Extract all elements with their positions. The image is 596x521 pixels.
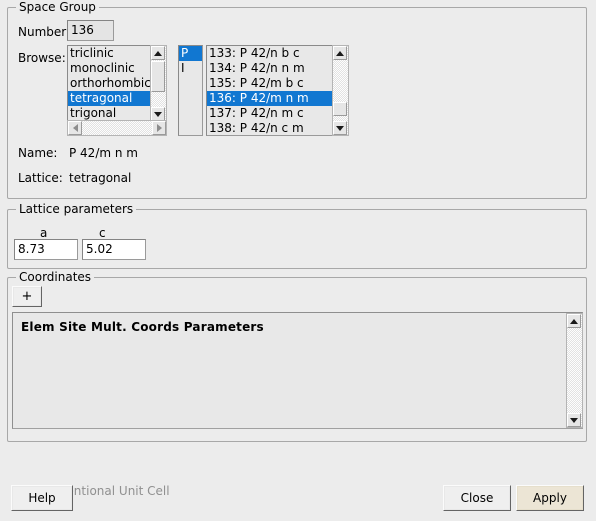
lattice-value: tetragonal (69, 171, 132, 185)
space-group-list[interactable]: 133: P 42/n b c 134: P 42/n n m 135: P 4… (206, 45, 333, 136)
lattice-a-input[interactable]: 8.73 (14, 239, 78, 260)
chevron-down-icon (154, 111, 162, 117)
close-button[interactable]: Close (443, 485, 511, 511)
chevron-up-icon (570, 318, 578, 324)
space-group-groupbox-title: Space Group (16, 0, 99, 14)
name-value: P 42/m n m (69, 146, 138, 160)
list-item[interactable]: P (179, 46, 202, 61)
chevron-down-icon (570, 417, 578, 423)
list-item[interactable]: 134: P 42/n n m (207, 61, 332, 76)
chevron-up-icon (154, 50, 162, 56)
space-group-list-vscrollbar[interactable] (332, 45, 349, 136)
name-label: Name: (18, 146, 58, 160)
browse-label: Browse: (18, 51, 66, 65)
list-item[interactable]: I (179, 61, 202, 76)
scroll-thumb[interactable] (333, 102, 347, 116)
scroll-thumb[interactable] (151, 61, 165, 92)
lattice-parameters-groupbox-title: Lattice parameters (16, 202, 137, 216)
scroll-left-button[interactable] (68, 121, 82, 135)
coordinates-columns-header: Elem Site Mult. Coords Parameters (21, 320, 264, 334)
list-item[interactable]: 136: P 42/m n m (207, 91, 332, 106)
coordinates-groupbox-title: Coordinates (16, 270, 95, 284)
scroll-up-button[interactable] (151, 46, 165, 60)
chevron-right-icon (156, 124, 162, 132)
help-button[interactable]: Help (11, 485, 73, 511)
chevron-up-icon (336, 50, 344, 56)
list-item[interactable]: 137: P 42/n m c (207, 106, 332, 121)
centering-list[interactable]: P I (178, 45, 203, 136)
list-item[interactable]: 135: P 42/m b c (207, 76, 332, 91)
apply-button[interactable]: Apply (516, 485, 584, 511)
chevron-down-icon (336, 125, 344, 131)
lattice-label: Lattice: (18, 171, 63, 185)
coordinates-table[interactable]: Elem Site Mult. Coords Parameters (12, 312, 583, 429)
scroll-up-button[interactable] (333, 46, 347, 60)
list-item[interactable]: 138: P 42/n c m (207, 121, 332, 135)
list-item[interactable]: 133: P 42/n b c (207, 46, 332, 61)
number-input[interactable]: 136 (67, 20, 114, 41)
lattice-c-label: c (99, 226, 106, 240)
scroll-down-button[interactable] (151, 107, 165, 121)
add-coordinate-button[interactable]: + (12, 286, 42, 307)
scroll-down-button[interactable] (567, 413, 581, 427)
scroll-down-button[interactable] (333, 121, 347, 135)
number-label: Number: (18, 25, 71, 39)
lattice-c-input[interactable]: 5.02 (82, 239, 146, 260)
crystal-system-vscrollbar[interactable] (150, 45, 167, 122)
space-group-dialog: { "space_group": { "title": "Space Group… (0, 0, 596, 521)
scroll-up-button[interactable] (567, 314, 581, 328)
coordinates-vscrollbar[interactable] (566, 313, 583, 428)
chevron-left-icon (72, 124, 78, 132)
lattice-a-label: a (40, 226, 48, 240)
crystal-system-hscrollbar[interactable] (67, 120, 167, 136)
scroll-right-button[interactable] (152, 121, 166, 135)
